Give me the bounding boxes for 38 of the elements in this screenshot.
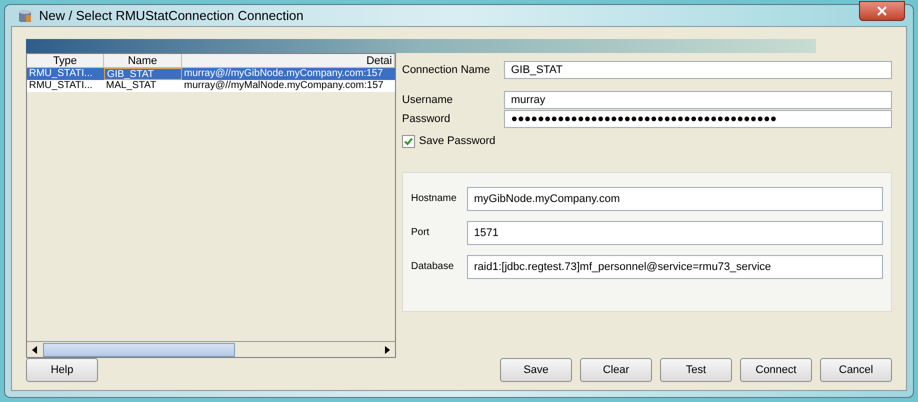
close-button[interactable] (859, 0, 905, 20)
dialog-button[interactable]: Clear (580, 358, 652, 382)
column-header[interactable]: Name (104, 54, 182, 67)
field-label: Password (402, 112, 452, 127)
table-cell: GIB_STAT (104, 68, 182, 80)
dialog-button[interactable]: Test (660, 358, 732, 382)
table-cell-text: RMU_STATI... (28, 68, 94, 80)
table-row[interactable]: RMU_STATI... MAL_STAT murray@//myMalNode.myCompany.com:157 (27, 80, 395, 92)
horizontal-scrollbar[interactable] (27, 341, 395, 357)
close-icon (877, 6, 887, 16)
text-field[interactable]: myGibNode.myCompany.com (467, 186, 883, 210)
table-cell-text: MAL_STAT (105, 80, 158, 92)
text-field[interactable]: raid1:[jdbc.regtest.73]mf_personnel@service=rmu73_service (467, 254, 883, 278)
scroll-thumb[interactable] (43, 342, 235, 356)
field-label: Connection Name (402, 62, 492, 78)
table-cell-text: RMU_STATI... (28, 80, 94, 92)
check-icon (404, 136, 413, 146)
text-field[interactable]: 1571 (467, 220, 883, 244)
field-label: Hostname (411, 192, 458, 206)
dialog-button[interactable]: Save (500, 358, 572, 382)
text-field[interactable]: murray (504, 91, 892, 109)
dialog-button[interactable]: Help (26, 358, 98, 382)
dialog-button[interactable]: Cancel (820, 358, 892, 382)
text-field[interactable]: ●●●●●●●●●●●●●●●●●●●●●●●●●●●●●●●●●●●●●●●● (504, 110, 892, 128)
text-field[interactable]: GIB_STAT (504, 61, 892, 79)
field-label: Username (402, 92, 454, 108)
save-password-checkbox[interactable] (402, 134, 415, 148)
table-cell-text: murray@//myGibNode.myCompany.com:157 (183, 68, 384, 80)
column-header[interactable]: Detai (182, 54, 395, 67)
table-row[interactable]: RMU_STATI... GIB_STAT murray@//myGibNode.myCompany.com:157 (27, 68, 395, 80)
database-icon (17, 8, 33, 24)
table-cell-text: murray@//myMalNode.myCompany.com:157 (183, 80, 384, 92)
field-label: Port (411, 226, 430, 240)
window-title: New / Select RMUStatConnection Connection (39, 6, 304, 25)
field-label: Database (411, 260, 455, 274)
dialog-button[interactable]: Connect (740, 358, 812, 382)
checkbox-label: Save Password (419, 134, 496, 149)
column-header[interactable]: Type (27, 54, 104, 67)
